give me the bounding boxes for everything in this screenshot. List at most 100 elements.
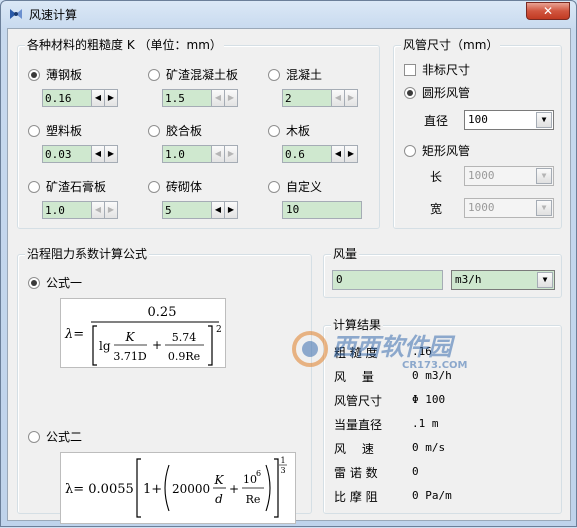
formula-1-lg: lg [99, 339, 111, 353]
spin-material-4[interactable]: ◀▶ [162, 145, 238, 163]
material-value-input[interactable] [42, 145, 92, 163]
radio-dot [404, 144, 416, 157]
formula-2-pow-base: 10 [243, 473, 257, 486]
result-label-velocity: 风 速 [334, 442, 374, 456]
spin-right-icon[interactable]: ▶ [225, 89, 238, 107]
radio-material-3[interactable]: 塑料板 [28, 122, 82, 139]
radio-material-8[interactable]: 自定义 [268, 178, 322, 195]
title-bar[interactable]: 风速计算 ✕ [1, 1, 576, 27]
radio-dot [28, 124, 40, 137]
result-value-airflow: 0 m3/h [412, 369, 452, 382]
spin-right-icon[interactable]: ▶ [105, 201, 118, 219]
material-value-input[interactable] [162, 201, 212, 219]
spin-right-icon[interactable]: ▶ [105, 145, 118, 163]
spin-left-icon[interactable]: ◀ [212, 145, 225, 163]
chevron-down-icon[interactable]: ▼ [537, 272, 553, 288]
radio-material-0[interactable]: 薄钢板 [28, 66, 82, 83]
checkbox-box [404, 63, 416, 76]
duct-size-legend: 风管尺寸（mm） [401, 38, 501, 52]
nonstandard-checkbox[interactable]: 非标尺寸 [404, 61, 470, 78]
spin-left-icon[interactable]: ◀ [212, 201, 225, 219]
formula-2-image: λ= 0.0055 1+ 20000 K d + 10 6 Re 1 3 [60, 452, 296, 524]
formula-2-lhs: λ= 0.0055 [65, 482, 134, 497]
app-window: 风速计算 ✕ 各种材料的粗糙度 K （单位：mm） 薄钢板 ◀▶ 矿渣混凝土板 … [0, 0, 577, 527]
result-label-duct-size: 风管尺寸 [334, 394, 383, 408]
spin-material-3[interactable]: ◀▶ [42, 145, 118, 163]
result-value-equiv-diameter: .1 m [412, 417, 439, 430]
length-select[interactable]: 1000 ▼ [464, 166, 554, 186]
duct-size-group: 风管尺寸（mm） 非标尺寸 圆形风管 直径 100 ▼ 矩形风管 长 1000 ▼ … [393, 38, 562, 229]
result-value-duct-size: Φ 100 [412, 393, 446, 406]
spin-material-7[interactable]: ◀▶ [162, 201, 238, 219]
spin-left-icon[interactable]: ◀ [92, 201, 105, 219]
radio-formula-2[interactable]: 公式二 [28, 428, 82, 445]
formula-2-exp-num: 1 [280, 456, 285, 465]
radio-formula-1[interactable]: 公式一 [28, 274, 82, 291]
spin-left-icon[interactable]: ◀ [92, 145, 105, 163]
spin-material-1[interactable]: ◀▶ [162, 89, 238, 107]
spin-material-0[interactable]: ◀▶ [42, 89, 118, 107]
radio-material-4[interactable]: 胶合板 [148, 122, 202, 139]
width-value: 1000 [468, 201, 495, 214]
spin-left-icon[interactable]: ◀ [212, 89, 225, 107]
material-value-input[interactable] [42, 89, 92, 107]
result-label-friction: 比 摩 阻 [334, 490, 378, 504]
material-value-input[interactable] [162, 145, 212, 163]
chevron-down-icon[interactable]: ▼ [536, 168, 552, 184]
rect-duct-label: 矩形风管 [422, 144, 471, 158]
spin-material-6[interactable]: ◀▶ [42, 201, 118, 219]
spin-right-icon[interactable]: ▶ [225, 201, 238, 219]
roughness-legend: 各种材料的粗糙度 K （单位：mm） [25, 38, 224, 52]
airflow-group: 风量 0 m3/h ▼ [323, 247, 562, 298]
spin-material-2[interactable]: ◀▶ [282, 89, 358, 107]
spin-left-icon[interactable]: ◀ [332, 145, 345, 163]
custom-roughness-input[interactable]: 10 [282, 201, 362, 219]
material-value-input[interactable] [282, 145, 332, 163]
radio-material-2[interactable]: 混凝土 [268, 66, 322, 83]
material-label: 塑料板 [46, 124, 83, 138]
material-value-input[interactable] [42, 201, 92, 219]
spin-material-5[interactable]: ◀▶ [282, 145, 358, 163]
width-select[interactable]: 1000 ▼ [464, 198, 554, 218]
spin-right-icon[interactable]: ▶ [225, 145, 238, 163]
spin-left-icon[interactable]: ◀ [92, 89, 105, 107]
formula-2-plus: + [229, 482, 239, 496]
formula-2-label: 公式二 [46, 430, 83, 444]
round-duct-label: 圆形风管 [422, 86, 471, 100]
material-value-input[interactable] [282, 89, 332, 107]
formula-1-k: K [125, 330, 136, 344]
radio-material-5[interactable]: 木板 [268, 122, 310, 139]
airflow-input[interactable]: 0 [332, 270, 443, 290]
results-legend: 计算结果 [331, 318, 384, 332]
radio-dot [148, 124, 160, 137]
radio-round-duct[interactable]: 圆形风管 [404, 84, 470, 101]
material-label: 矿渣石膏板 [46, 180, 107, 194]
spin-right-icon[interactable]: ▶ [105, 89, 118, 107]
chevron-down-icon[interactable]: ▼ [536, 200, 552, 216]
spin-left-icon[interactable]: ◀ [332, 89, 345, 107]
radio-rect-duct[interactable]: 矩形风管 [404, 142, 470, 159]
airflow-unit-select[interactable]: m3/h ▼ [451, 270, 555, 290]
material-label: 矿渣混凝土板 [166, 68, 239, 82]
radio-material-1[interactable]: 矿渣混凝土板 [148, 66, 238, 83]
spin-right-icon[interactable]: ▶ [345, 89, 358, 107]
formula-2-re: Re [246, 493, 261, 506]
length-value: 1000 [468, 169, 495, 182]
formula-1-plus: + [152, 338, 162, 352]
material-value-input[interactable] [162, 89, 212, 107]
radio-material-6[interactable]: 矿渣石膏板 [28, 178, 106, 195]
radio-dot [148, 180, 160, 193]
result-label-equiv-diameter: 当量直径 [334, 418, 383, 432]
chevron-down-icon[interactable]: ▼ [536, 112, 552, 128]
close-button[interactable]: ✕ [526, 2, 570, 20]
result-label-airflow: 风 量 [334, 370, 374, 384]
radio-material-7[interactable]: 砖砌体 [148, 178, 202, 195]
window-title: 风速计算 [29, 8, 78, 22]
result-label-roughness: 粗 糙 度 [334, 346, 378, 360]
spin-right-icon[interactable]: ▶ [345, 145, 358, 163]
formula-1-image: λ= 0.25 lg K 3.71D + 5.74 0.9Re 2 [60, 298, 226, 368]
radio-dot [404, 86, 416, 99]
diameter-select[interactable]: 100 ▼ [464, 110, 554, 130]
formula-1-label: 公式一 [46, 276, 83, 290]
formula-2-one: 1+ [143, 482, 162, 497]
